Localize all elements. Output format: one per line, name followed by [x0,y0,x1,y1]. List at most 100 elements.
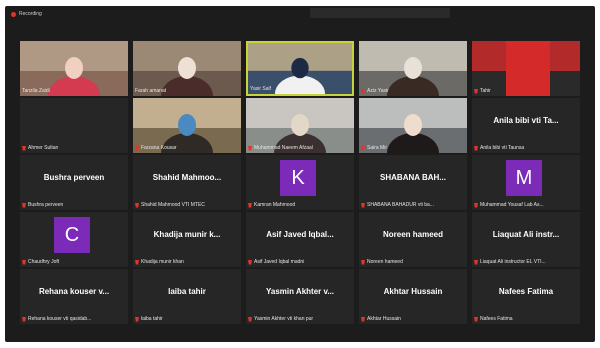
participant-tile[interactable]: Yasmin Akhter v... Yasmin Akhter vti khan… [246,269,354,324]
participant-tile[interactable]: Noreen hameed Noreen hameed [359,212,467,267]
participant-tile[interactable]: Muhammad Naeem Afzaal [246,98,354,153]
recording-indicator[interactable]: Recording [11,11,42,17]
participant-name: Yasmin Akhter vti khan pur [254,316,314,322]
mic-muted-icon [474,259,478,265]
participant-display-name: Nafees Fatima [498,287,554,296]
participant-caption: Shahid Mahmood VTI MTEC [135,202,205,208]
participant-name: Farah amanat [135,88,167,94]
participant-display-name: Noreen hameed [382,230,444,239]
mic-muted-icon [248,316,252,322]
participant-caption: Asif Javed Iqbal madni [248,259,304,265]
participant-name: Rehana kouser vti qasidab... [28,316,92,322]
participant-tile[interactable]: Liaquat Ali instr... Liaquat Ali instruct… [472,212,580,267]
participant-caption: Saira Mir [361,145,387,151]
participant-caption: Farzana Kousar [135,145,177,151]
mic-muted-icon [22,145,26,151]
mic-muted-icon [248,202,252,208]
participant-tile[interactable]: Bushra perveen Bushra perveen [20,155,128,210]
participant-name: Tahir [480,88,491,94]
mic-muted-icon [361,316,365,322]
participant-caption: Muhammad Naeem Afzaal [248,145,313,151]
participant-tile[interactable]: K Kamran Mahmood [246,155,354,210]
participant-name: Farzana Kousar [141,145,177,151]
participant-caption: Nafees Fatima [474,316,513,322]
participant-name: Ahmer Sultan [28,145,59,151]
mic-muted-icon [361,88,365,94]
participant-caption: laiba tahir [135,316,163,322]
mic-muted-icon [135,145,139,151]
participant-tile[interactable]: laiba tahir laiba tahir [133,269,241,324]
participant-name: Shahid Mahmood VTI MTEC [141,202,205,208]
participant-tile[interactable]: Farzana Kousar [133,98,241,153]
participant-caption: Yasmin Akhter vti khan pur [248,316,313,322]
participant-tile[interactable]: Yasir Saif [246,41,354,96]
participant-name: Yasir Saif [250,86,272,92]
participant-tile[interactable]: Nafees Fatima Nafees Fatima [472,269,580,324]
participant-caption: Bushra perveen [22,202,63,208]
participant-caption: Anila bibi vti Taunsa [474,145,524,151]
participant-tile[interactable]: Saira Mir [359,98,467,153]
zoom-meeting-window: Recording Tanzila Zaidi Farah amanat Yasir… [5,6,595,342]
participant-display-name: Liaquat Ali instr... [492,230,560,239]
participant-name: Nafees Fatima [480,316,513,322]
participant-tile[interactable]: Rehana kouser v... Rehana kouser vti qasi… [20,269,128,324]
participant-display-name: SHABANA BAH... [380,173,446,182]
participant-tile[interactable]: Ahmer Sultan [20,98,128,153]
participant-avatar: C [54,217,90,253]
record-icon [11,11,16,17]
participant-tile[interactable]: SHABANA BAH... SHABANA BAHADUR vti ba... [359,155,467,210]
mic-muted-icon [248,259,252,265]
participant-display-name: Yasmin Akhter v... [265,287,335,296]
participant-display-name: Bushra perveen [43,173,105,182]
participant-caption: Chaudhry Joft [22,259,59,265]
participant-tile[interactable]: Aziz Yasir [359,41,467,96]
participant-caption: Kamran Mahmood [248,202,295,208]
participant-name: SHABANA BAHADUR vti ba... [367,202,434,208]
participant-name: Muhammad Naeem Afzaal [254,145,313,151]
participant-tile[interactable]: Shahid Mahmoo... Shahid Mahmood VTI MTEC [133,155,241,210]
participant-caption: Ahmer Sultan [22,145,58,151]
participant-tile[interactable]: Farah amanat [133,41,241,96]
participant-tile[interactable]: Tanzila Zaidi [20,41,128,96]
participant-display-name: Akhtar Hussain [383,287,443,296]
speaker-view-bar[interactable] [310,8,450,18]
participant-name: Tanzila Zaidi [22,88,50,94]
participant-tile[interactable]: M Muhammad Yousaf Lab As... [472,155,580,210]
participant-avatar: K [280,160,316,196]
participant-caption: Noreen hameed [361,259,403,265]
participant-display-name: Anila bibi vti Ta... [493,116,559,125]
mic-muted-icon [22,316,26,322]
mic-muted-icon [22,202,26,208]
mic-muted-icon [361,259,365,265]
participant-name: Aziz Yasir [367,88,389,94]
participant-caption: Tanzila Zaidi [22,88,50,94]
participant-tile[interactable]: Asif Javed Iqbal... Asif Javed Iqbal madn… [246,212,354,267]
participant-caption: Tahir [474,88,491,94]
participant-display-name: Asif Javed Iqbal... [266,230,334,239]
participant-caption: Akhtar Hussain [361,316,401,322]
participant-name: Saira Mir [367,145,388,151]
participant-tile[interactable]: Akhtar Hussain Akhtar Hussain [359,269,467,324]
participant-name: Bushra perveen [28,202,64,208]
participant-display-name: Shahid Mahmoo... [152,173,222,182]
participant-name: Noreen hameed [367,259,403,265]
participant-name: Kamran Mahmood [254,202,296,208]
participant-name: Asif Javed Iqbal madni [254,259,305,265]
mic-muted-icon [474,88,478,94]
participant-name: Muhammad Yousaf Lab As... [480,202,544,208]
top-bar: Recording [5,6,595,26]
mic-muted-icon [474,202,478,208]
participant-display-name: Rehana kouser v... [38,287,110,296]
mic-muted-icon [361,145,365,151]
participant-tile[interactable]: C Chaudhry Joft [20,212,128,267]
participant-tile[interactable]: Khadija munir k... Khadija munir khan [133,212,241,267]
participant-caption: Khadija munir khan [135,259,184,265]
participant-name: Liaquat Ali instructor EL VTI... [480,259,546,265]
participant-tile[interactable]: Anila bibi vti Ta... Anila bibi vti Tauns… [472,98,580,153]
participant-name: laiba tahir [141,316,163,322]
participant-display-name: laiba tahir [168,287,206,296]
mic-muted-icon [135,316,139,322]
participant-tile[interactable]: Tahir [472,41,580,96]
participant-caption: Yasir Saif [250,86,271,92]
participant-caption: SHABANA BAHADUR vti ba... [361,202,434,208]
